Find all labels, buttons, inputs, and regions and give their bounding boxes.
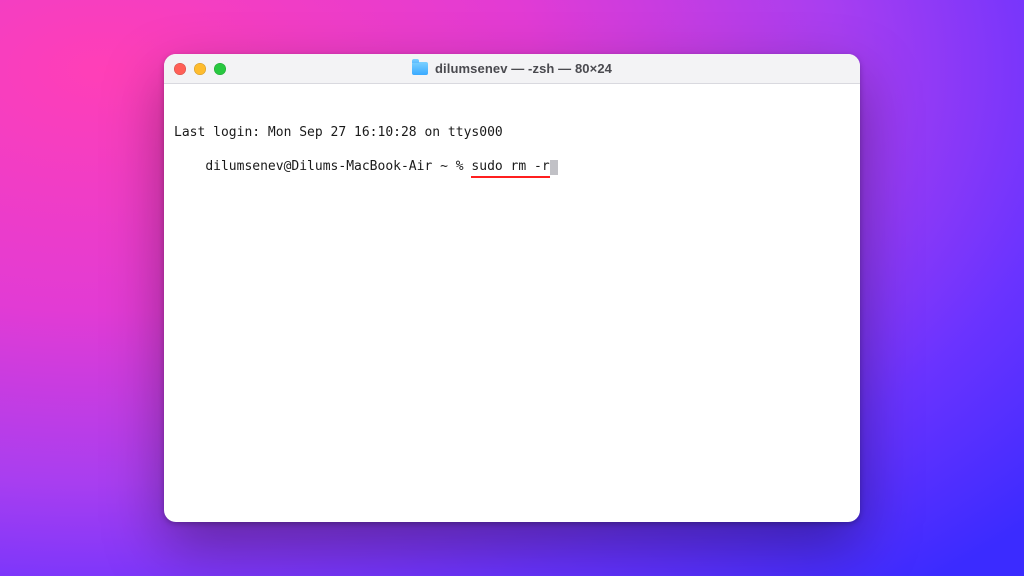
window-title: dilumsenev — -zsh — 80×24 bbox=[435, 61, 612, 76]
annotation-underline bbox=[471, 176, 549, 178]
folder-icon bbox=[412, 62, 428, 75]
text-cursor bbox=[550, 160, 558, 175]
terminal-window: dilumsenev — -zsh — 80×24 Last login: Mo… bbox=[164, 54, 860, 522]
terminal-body[interactable]: Last login: Mon Sep 27 16:10:28 on ttys0… bbox=[164, 84, 860, 522]
window-controls bbox=[174, 63, 226, 75]
prompt-line: dilumsenev@Dilums-MacBook-Air ~ % sudo r… bbox=[205, 158, 557, 175]
zoom-icon[interactable] bbox=[214, 63, 226, 75]
close-icon[interactable] bbox=[174, 63, 186, 75]
typed-command: sudo rm -r bbox=[471, 158, 549, 175]
last-login-line: Last login: Mon Sep 27 16:10:28 on ttys0… bbox=[174, 124, 850, 141]
window-titlebar: dilumsenev — -zsh — 80×24 bbox=[164, 54, 860, 84]
minimize-icon[interactable] bbox=[194, 63, 206, 75]
shell-prompt: dilumsenev@Dilums-MacBook-Air ~ % bbox=[205, 159, 471, 174]
command-text: sudo rm -r bbox=[471, 159, 549, 174]
title-center: dilumsenev — -zsh — 80×24 bbox=[164, 54, 860, 83]
